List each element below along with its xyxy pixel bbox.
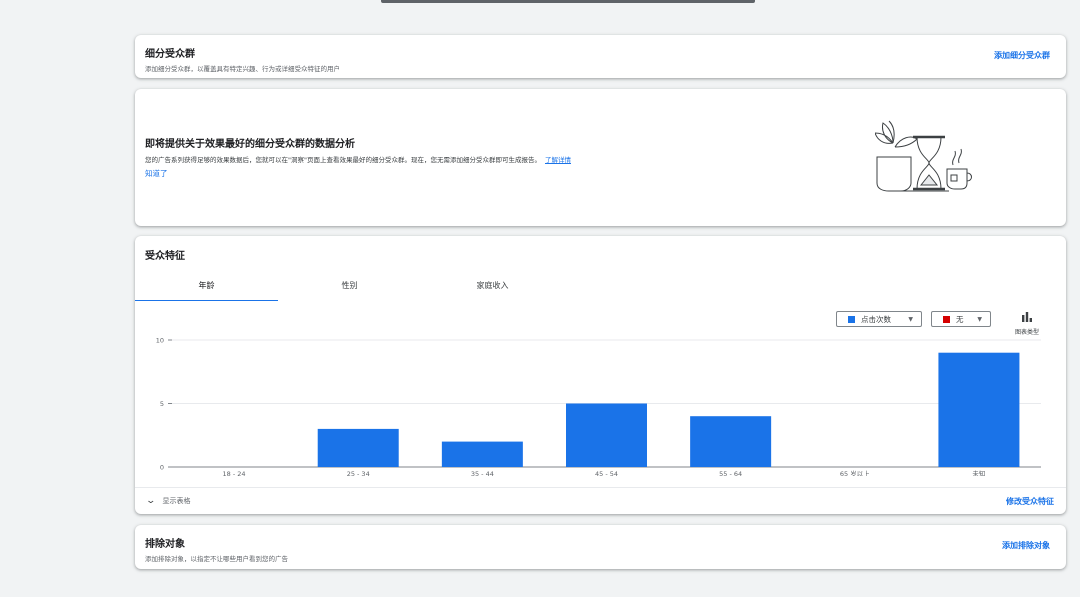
add-audience-segment-button[interactable]: 添加细分受众群	[994, 50, 1050, 61]
y-tick-label: 5	[160, 400, 164, 408]
bar	[938, 352, 1020, 467]
bar	[441, 441, 523, 467]
audience-segments-subtitle: 添加细分受众群，以覆盖具有特定兴趣、行为或详细受众特征的用户	[145, 65, 340, 73]
age-bar-chart: 0 5 10 18 - 24 25 - 34 35 - 44 45 - 54 55 - 64 6…	[156, 337, 1041, 476]
demographics-card: 受众特征 年龄 性别 家庭收入 点击次数 ▼ 无 ▼ 图表类型 0 5 10 18 -…	[135, 236, 1066, 514]
demographics-title: 受众特征	[145, 251, 185, 262]
edit-demographics-button[interactable]: 修改受众特征	[1006, 496, 1054, 507]
insights-notice-title: 即将提供关于效果最好的细分受众群的数据分析	[145, 139, 355, 150]
audience-segments-card: 细分受众群 添加细分受众群，以覆盖具有特定兴趣、行为或详细受众特征的用户 添加细…	[135, 35, 1066, 78]
metric-color-swatch	[848, 316, 855, 323]
x-tick-label: 65 岁以上	[840, 469, 870, 476]
insights-notice-description: 您的广告系列获得足够的效果数据后，您就可以在"洞察"页面上查看效果最好的细分受众…	[145, 154, 745, 164]
bar	[317, 428, 399, 467]
demographics-tabs: 年龄 性别 家庭收入	[135, 276, 566, 301]
compare-color-swatch	[943, 316, 950, 323]
tab-household-income[interactable]: 家庭收入	[421, 276, 564, 296]
active-tab-indicator	[135, 300, 278, 301]
audience-segments-title: 细分受众群	[145, 49, 195, 60]
exclusions-header: 排除对象 添加排除对象，以指定不让哪些用户看到您的广告	[145, 535, 288, 563]
y-tick-label: 10	[156, 337, 164, 345]
x-tick-label: 35 - 44	[471, 470, 494, 476]
demographics-footer: ⌄ 显示表格 修改受众特征	[135, 487, 1066, 515]
top-toolbar-stub	[381, 0, 755, 3]
tab-age[interactable]: 年龄	[135, 276, 278, 296]
show-table-label: 显示表格	[162, 497, 191, 505]
x-tick-label: 未知	[972, 469, 985, 476]
exclusions-card: 排除对象 添加排除对象，以指定不让哪些用户看到您的广告 添加排除对象	[135, 525, 1066, 569]
exclusions-title: 排除对象	[145, 539, 185, 550]
chevron-down-icon: ⌄	[145, 496, 157, 506]
show-table-toggle[interactable]: ⌄ 显示表格	[145, 496, 191, 506]
x-tick-label: 45 - 54	[595, 470, 618, 476]
audience-segments-header: 细分受众群 添加细分受众群，以覆盖具有特定兴趣、行为或详细受众特征的用户	[145, 45, 340, 73]
tab-gender[interactable]: 性别	[278, 276, 421, 296]
exclusions-subtitle: 添加排除对象，以指定不让哪些用户看到您的广告	[145, 555, 288, 563]
bar-chart-icon	[1022, 312, 1032, 322]
learn-more-link[interactable]: 了解详情	[545, 156, 571, 164]
x-tick-label: 25 - 34	[347, 470, 370, 476]
insights-description-text: 您的广告系列获得足够的效果数据后，您就可以在"洞察"页面上查看效果最好的细分受众…	[145, 156, 541, 164]
bar	[690, 416, 772, 467]
compare-metric-select[interactable]: 无 ▼	[931, 311, 991, 327]
bar	[566, 403, 647, 467]
add-exclusion-button[interactable]: 添加排除对象	[1002, 540, 1050, 551]
got-it-button[interactable]: 知道了	[145, 168, 745, 179]
insights-notice-body: 即将提供关于效果最好的细分受众群的数据分析 您的广告系列获得足够的效果数据后，您…	[145, 135, 745, 179]
hourglass-coffee-illustration-icon	[875, 120, 972, 192]
x-tick-label: 55 - 64	[719, 470, 742, 476]
metric-select[interactable]: 点击次数 ▼	[836, 311, 922, 327]
x-tick-label: 18 - 24	[223, 470, 246, 476]
insights-notice-card: 即将提供关于效果最好的细分受众群的数据分析 您的广告系列获得足够的效果数据后，您…	[135, 89, 1066, 226]
y-tick-label: 0	[160, 464, 164, 472]
